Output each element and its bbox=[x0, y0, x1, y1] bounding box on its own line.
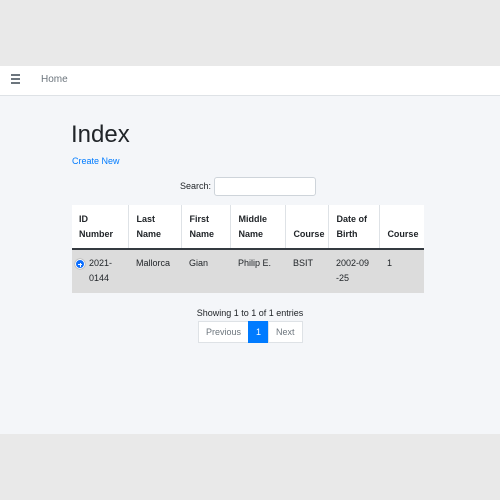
search-label: Search: bbox=[180, 181, 212, 191]
cell-first-name: Gian bbox=[181, 249, 231, 293]
table-header-row: ID Number Last Name First Name Middle Name C… bbox=[72, 205, 424, 250]
hamburger-icon[interactable] bbox=[11, 74, 24, 86]
next-page-button[interactable]: Next bbox=[268, 321, 303, 343]
page-1-button[interactable]: 1 bbox=[248, 321, 270, 343]
top-navbar: Home bbox=[0, 66, 500, 96]
id-number-value: 2021-0144 bbox=[89, 258, 113, 283]
column-header-middle-name[interactable]: Middle Name bbox=[230, 205, 286, 250]
cell-last-name: Mallorca bbox=[128, 249, 182, 293]
column-header-last-name[interactable]: Last Name bbox=[128, 205, 182, 250]
search-input[interactable] bbox=[214, 177, 316, 196]
nav-home-link[interactable]: Home bbox=[41, 73, 68, 87]
column-header-course[interactable]: Course bbox=[285, 205, 329, 250]
column-header-course-2[interactable]: Course bbox=[379, 205, 424, 250]
column-header-first-name[interactable]: First Name bbox=[181, 205, 231, 250]
previous-page-button[interactable]: Previous bbox=[198, 321, 250, 343]
plus-circle-icon[interactable] bbox=[75, 259, 85, 269]
table-row: 2021-0144 Mallorca Gian Philip E. BSIT 2… bbox=[72, 249, 424, 293]
app-container: Home Index Create New Search: ID Number L… bbox=[0, 66, 500, 434]
cell-course: BSIT bbox=[285, 249, 329, 293]
date-of-birth-value: 2002-09-25 bbox=[335, 258, 369, 283]
students-table: ID Number Last Name First Name Middle Name C… bbox=[72, 205, 424, 293]
cell-middle-name: Philip E. bbox=[230, 249, 286, 293]
entries-info: Showing 1 to 1 of 1 entries bbox=[196, 308, 304, 318]
cell-course-2: 1 bbox=[379, 249, 424, 293]
page-title: Index bbox=[71, 121, 130, 148]
column-header-date-of-birth[interactable]: Date of Birth bbox=[328, 205, 380, 250]
create-new-link[interactable]: Create New bbox=[72, 155, 120, 167]
cell-date-of-birth: 2002-09-25 bbox=[328, 249, 380, 293]
column-header-id-number[interactable]: ID Number bbox=[72, 205, 129, 250]
cell-id-number: 2021-0144 bbox=[72, 249, 129, 293]
pagination: Previous 1 Next bbox=[198, 321, 303, 343]
